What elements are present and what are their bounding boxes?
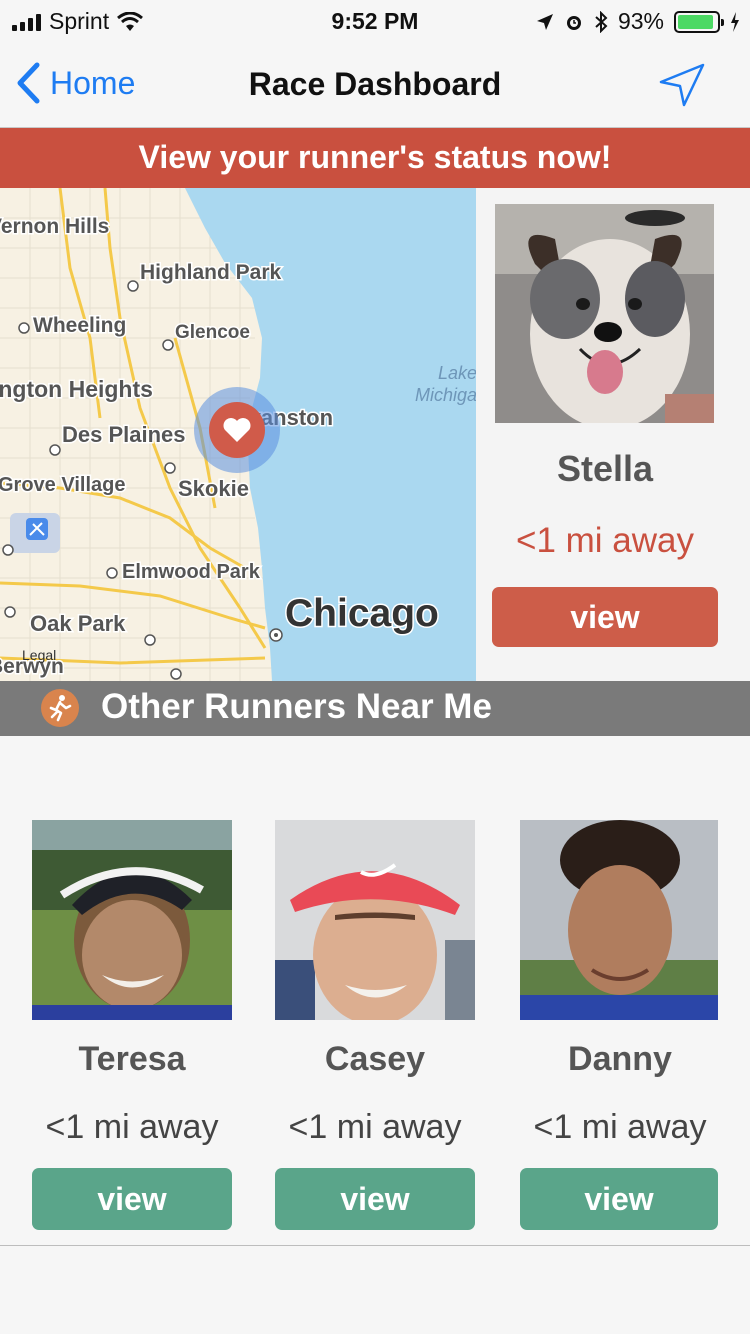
featured-runner-view-button[interactable]: view xyxy=(492,587,718,647)
section-title: Other Runners Near Me xyxy=(101,687,492,726)
page-title: Race Dashboard xyxy=(248,66,502,102)
location-services-icon xyxy=(536,13,553,30)
map-label-grove-village: Grove Village xyxy=(0,474,125,496)
map-label-arlington-heights: Arlington Heights xyxy=(0,376,153,402)
race-map[interactable]: Vernon Hills Highland Park Wheeling Glen… xyxy=(0,188,476,681)
map-label-wheeling: Wheeling xyxy=(33,314,126,337)
map-label-lake: Lake xyxy=(438,363,476,383)
featured-runner-name: Stella xyxy=(556,448,654,489)
runner-view-button[interactable]: view xyxy=(32,1168,232,1230)
runner-distance: <1 mi away xyxy=(533,1108,707,1146)
alarm-icon xyxy=(566,15,581,30)
charging-icon xyxy=(731,11,739,32)
featured-runner-card: Stella <1 mi away view xyxy=(476,188,750,681)
runner-view-button[interactable]: view xyxy=(275,1168,475,1230)
map-label-vernon-hills: Vernon Hills xyxy=(0,215,109,238)
divider xyxy=(0,1245,750,1246)
runner-card-casey: Casey <1 mi away view xyxy=(275,820,475,1230)
runner-location-pin[interactable] xyxy=(194,387,280,473)
status-banner[interactable]: View your runner's status now! xyxy=(0,128,750,188)
casey-avatar xyxy=(275,820,475,1020)
runner-view-button[interactable]: view xyxy=(520,1168,718,1230)
map-label-chicago: Chicago xyxy=(285,592,439,635)
location-arrow-icon xyxy=(659,63,705,107)
battery-percent: 93% xyxy=(617,8,664,34)
runner-distance: <1 mi away xyxy=(288,1108,462,1146)
map-label-skokie: Skokie xyxy=(178,476,249,501)
map-label-highland-park: Highland Park xyxy=(140,261,282,284)
battery-icon xyxy=(674,10,724,33)
runner-distance: <1 mi away xyxy=(45,1108,219,1146)
runner-card-danny: Danny <1 mi away view xyxy=(520,820,718,1230)
location-button[interactable] xyxy=(658,62,706,113)
runner-name: Casey xyxy=(324,1040,426,1078)
runner-name: Danny xyxy=(568,1040,672,1078)
bluetooth-icon xyxy=(595,10,608,33)
map-label-elmwood-park: Elmwood Park xyxy=(122,561,261,583)
status-bar: Sprint 9:52 PM 93% xyxy=(0,0,750,40)
navigation-bar: Home Race Dashboard xyxy=(0,40,750,128)
map-label-michigan: Michigan xyxy=(415,385,476,405)
danny-avatar xyxy=(520,820,718,1020)
runner-icon xyxy=(41,689,79,727)
map-label-glencoe: Glencoe xyxy=(175,322,250,343)
map-label-des-plaines: Des Plaines xyxy=(62,422,186,447)
map-label-oak-park: Oak Park xyxy=(30,611,126,636)
featured-runner-distance: <1 mi away xyxy=(516,521,694,560)
runner-name: Teresa xyxy=(78,1040,186,1078)
map-legal-link[interactable]: Legal xyxy=(22,647,56,663)
stella-avatar xyxy=(495,204,714,423)
runner-card-teresa: Teresa <1 mi away view xyxy=(32,820,232,1230)
other-runners-header: Other Runners Near Me xyxy=(0,681,750,736)
teresa-avatar xyxy=(32,820,232,1020)
